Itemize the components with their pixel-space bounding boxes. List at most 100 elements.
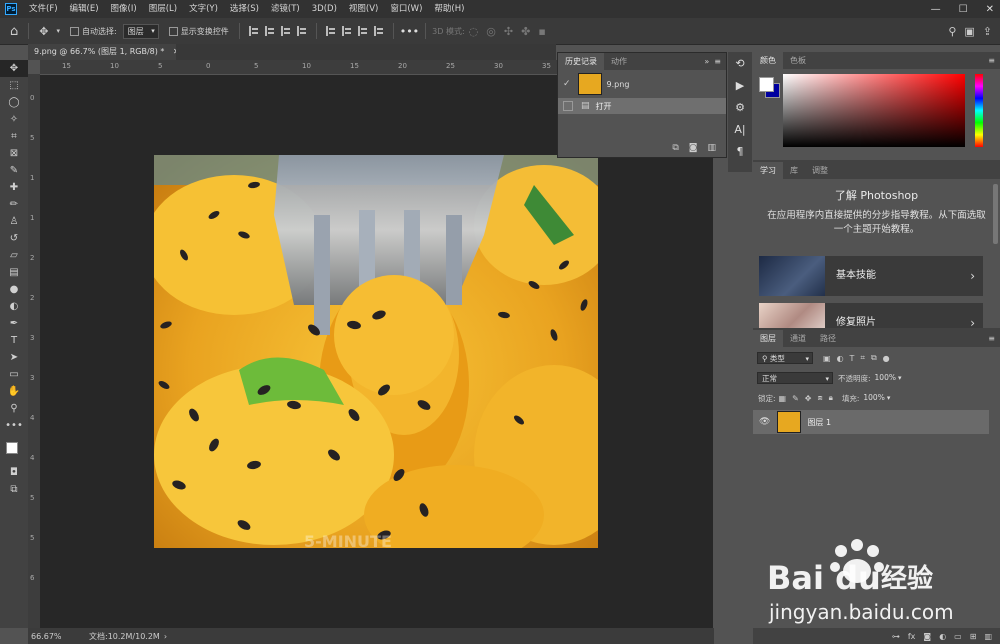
brush-tool-icon[interactable]: ✏	[0, 196, 28, 213]
actions-play-icon[interactable]: ▶	[728, 74, 752, 96]
new-document-from-state-icon[interactable]: ⧉	[672, 143, 678, 153]
panel-menu-icon[interactable]: ≡	[988, 330, 995, 347]
path-selection-tool-icon[interactable]: ➤	[0, 349, 28, 366]
tab-libraries[interactable]: 库	[783, 162, 805, 179]
zoom-tool-icon[interactable]: ⚲	[0, 400, 28, 417]
lock-image-icon[interactable]: ✎	[792, 394, 799, 403]
status-arrow-icon[interactable]: ›	[164, 632, 167, 641]
eyedropper-tool-icon[interactable]: ✎	[0, 162, 28, 179]
tab-adjustments[interactable]: 调整	[805, 162, 835, 179]
fill-input[interactable]: 100%	[859, 392, 893, 404]
workspace-icon[interactable]: ▣	[964, 25, 974, 38]
layer-mask-icon[interactable]: ◙	[923, 632, 931, 641]
learn-item-fix-photo[interactable]: 修复照片 ›	[759, 303, 983, 328]
menu-item[interactable]: 文件(F)	[23, 0, 64, 18]
history-brush-tool-icon[interactable]: ↺	[0, 230, 28, 247]
tab-swatches[interactable]: 色板	[783, 52, 813, 69]
show-transform-checkbox[interactable]	[168, 26, 178, 36]
orbit-3d-icon[interactable]: ◌	[469, 25, 479, 38]
blur-tool-icon[interactable]: ●	[0, 281, 28, 298]
layer-style-icon[interactable]: fx	[908, 632, 916, 641]
eraser-tool-icon[interactable]: ▱	[0, 247, 28, 264]
dodge-tool-icon[interactable]: ◐	[0, 298, 28, 315]
menu-item[interactable]: 选择(S)	[224, 0, 265, 18]
shape-tool-icon[interactable]: ▭	[0, 366, 28, 383]
distribute-vertical-icon[interactable]	[373, 26, 384, 36]
align-middle-icon[interactable]	[341, 26, 352, 36]
paragraph-panel-icon[interactable]: ¶	[728, 140, 752, 162]
photoshop-logo[interactable]: Ps	[5, 3, 17, 15]
minimize-icon[interactable]: —	[931, 4, 941, 15]
gradient-tool-icon[interactable]: ▤	[0, 264, 28, 281]
adjustment-layer-filter-icon[interactable]: ◐	[837, 354, 844, 363]
history-step[interactable]: ▤ 打开	[558, 98, 726, 114]
distribute-icon[interactable]	[296, 26, 307, 36]
lock-position-icon[interactable]: ✥	[805, 394, 812, 403]
slide-3d-icon[interactable]: ✤	[521, 25, 530, 38]
auto-select-checkbox[interactable]	[70, 26, 79, 36]
menu-item[interactable]: 文字(Y)	[183, 0, 224, 18]
new-layer-icon[interactable]: ⊞	[970, 632, 977, 641]
screen-mode-icon[interactable]: ⧉	[0, 481, 28, 498]
maximize-icon[interactable]: ☐	[959, 4, 968, 15]
camera-icon[interactable]: ◙	[689, 143, 698, 153]
layer-name[interactable]: 图层 1	[807, 417, 831, 428]
history-snapshot[interactable]: ✓ 9.png	[558, 70, 726, 98]
properties-icon[interactable]: ⚙	[728, 96, 752, 118]
tab-color[interactable]: 颜色	[753, 52, 783, 69]
blend-mode-dropdown[interactable]: 正常	[757, 372, 833, 385]
menu-item[interactable]: 图层(L)	[143, 0, 183, 18]
pen-tool-icon[interactable]: ✒	[0, 315, 28, 332]
menu-item[interactable]: 图像(I)	[105, 0, 143, 18]
quick-mask-icon[interactable]: ◘	[0, 464, 28, 481]
tab-learn[interactable]: 学习	[753, 162, 783, 179]
history-brush-source-icon[interactable]: ✓	[563, 79, 571, 89]
align-top-icon[interactable]	[325, 26, 336, 36]
auto-select-dropdown[interactable]: 图层	[122, 23, 159, 39]
document-image[interactable]: 5-MINUTE	[154, 155, 598, 548]
type-tool-icon[interactable]: T	[0, 332, 28, 349]
color-swatches[interactable]	[0, 434, 28, 464]
menu-item[interactable]: 编辑(E)	[64, 0, 105, 18]
more-tools-icon[interactable]: •••	[0, 417, 28, 434]
menu-item[interactable]: 窗口(W)	[384, 0, 428, 18]
align-right-icon[interactable]	[280, 26, 291, 36]
home-icon[interactable]: ⌂	[10, 24, 18, 39]
move-tool-icon[interactable]: ✥	[0, 60, 28, 77]
trash-icon[interactable]: ▥	[707, 143, 716, 153]
close-icon[interactable]: ✕	[986, 4, 994, 15]
history-step-checkbox[interactable]	[563, 101, 573, 111]
link-layers-icon[interactable]: ⊶	[892, 632, 900, 641]
share-icon[interactable]: ⇪	[983, 25, 992, 38]
align-left-icon[interactable]	[248, 26, 259, 36]
panel-menu-icon[interactable]: ≡	[988, 52, 995, 69]
menu-item[interactable]: 视图(V)	[343, 0, 384, 18]
zoom-level[interactable]: 66.67%	[31, 632, 81, 641]
type-layer-filter-icon[interactable]: T	[850, 354, 855, 363]
lasso-tool-icon[interactable]: ◯	[0, 94, 28, 111]
smart-object-filter-icon[interactable]: ⧉	[871, 353, 877, 363]
healing-brush-tool-icon[interactable]: ✚	[0, 179, 28, 196]
more-options-button[interactable]: •••	[400, 25, 419, 38]
chevron-down-icon[interactable]: ▾	[56, 27, 60, 35]
filter-toggle-icon[interactable]: ●	[883, 354, 890, 363]
pixel-layer-filter-icon[interactable]: ▣	[823, 354, 831, 363]
menu-item[interactable]: 3D(D)	[306, 0, 343, 18]
clone-stamp-tool-icon[interactable]: ♙	[0, 213, 28, 230]
tab-actions[interactable]: 动作	[604, 53, 634, 70]
shape-layer-filter-icon[interactable]: ⌗	[860, 353, 865, 363]
color-field[interactable]	[783, 74, 965, 147]
layer-filter-dropdown[interactable]: ⚲ 类型	[757, 352, 813, 365]
tab-layers[interactable]: 图层	[753, 330, 783, 347]
opacity-input[interactable]: 100%	[871, 372, 905, 384]
crop-tool-icon[interactable]: ⌗	[0, 128, 28, 145]
history-panel-icon[interactable]: ⟲	[728, 52, 752, 74]
move-tool-icon[interactable]: ✥	[39, 25, 48, 38]
character-panel-icon[interactable]: A|	[728, 118, 752, 140]
search-icon[interactable]: ⚲	[948, 25, 956, 38]
adjustment-layer-icon[interactable]: ◐	[939, 632, 946, 641]
document-tab[interactable]: 9.png @ 66.7% (图层 1, RGB/8) * ✕	[28, 44, 180, 60]
frame-tool-icon[interactable]: ⊠	[0, 145, 28, 162]
scale-3d-icon[interactable]: ▪	[538, 25, 545, 38]
panel-menu-icon[interactable]: » ≡	[704, 53, 721, 70]
